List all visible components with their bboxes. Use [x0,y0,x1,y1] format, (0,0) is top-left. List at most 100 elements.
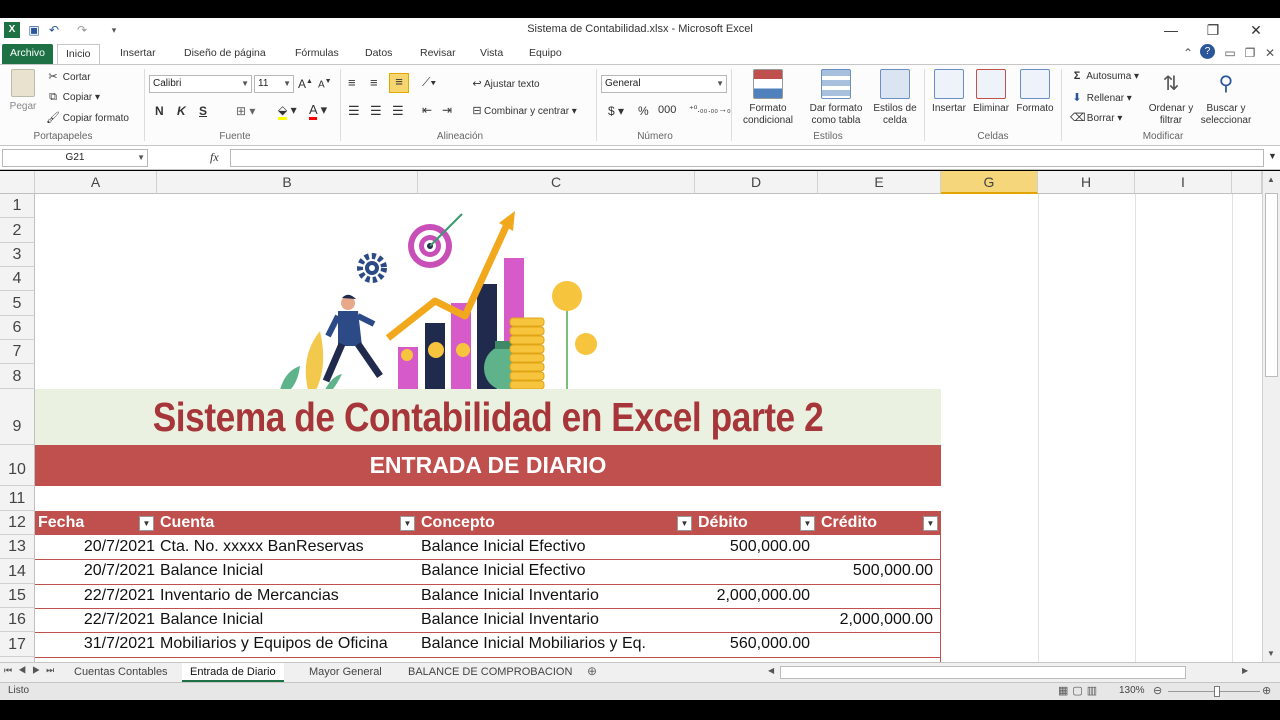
row-header[interactable]: 17 [0,632,35,657]
row-header[interactable]: 3 [0,243,35,267]
filter-dropdown-icon[interactable]: ▼ [139,516,154,531]
orientation-icon[interactable]: ⟋▾ [422,75,436,90]
tab-revisar[interactable]: Revisar [412,44,464,64]
format-cells-button[interactable]: Formato [1013,69,1057,115]
indent-increase-icon[interactable]: ⇥ [442,103,452,117]
cell-fecha[interactable]: 20/7/2021 [35,559,155,583]
row-header[interactable]: 13 [0,535,35,559]
align-middle-icon[interactable]: ≡ [370,75,378,90]
insert-cells-button[interactable]: Insertar [928,69,970,115]
cell-cuenta[interactable]: Cta. No. xxxxx BanReservas [160,535,416,559]
number-format-select[interactable]: General ▼ [601,75,727,93]
cell-debito[interactable]: 500,000.00 [695,535,810,559]
filter-dropdown-icon[interactable]: ▼ [923,516,938,531]
restore-workbook-icon[interactable]: ❐ [1242,45,1258,61]
grow-font-icon[interactable]: A▲ [298,77,313,91]
filter-dropdown-icon[interactable]: ▼ [800,516,815,531]
restore-button[interactable]: ❐ [1202,21,1224,39]
align-right-icon[interactable]: ☰ [392,103,404,119]
insert-function-button[interactable]: fx [210,150,219,165]
format-painter-button[interactable]: 🖌 Copiar formato [46,111,129,124]
cell-debito[interactable]: 560,000.00 [695,632,810,656]
cell-concepto[interactable]: Balance Inicial Inventario [421,584,693,608]
wrap-text-button[interactable]: ↩ Ajustar texto [470,77,539,90]
borders-icon[interactable]: ⊞ ▾ [236,104,255,118]
underline-button[interactable]: S [199,104,207,118]
close-workbook-icon[interactable]: ✕ [1262,45,1278,61]
col-header-e[interactable]: E [818,171,941,194]
select-all-corner[interactable] [0,171,35,194]
collapse-ribbon-icon[interactable]: ⌃ [1180,45,1196,61]
row-header[interactable]: 8 [0,364,35,389]
cut-button[interactable]: ✂ Cortar [46,70,90,83]
percent-icon[interactable]: % [638,104,649,118]
col-header-a[interactable]: A [35,171,157,194]
tab-archivo[interactable]: Archivo [2,44,54,64]
format-as-table-button[interactable]: Dar formato como tabla [804,69,868,127]
italic-button[interactable]: K [177,104,186,118]
cell-fecha[interactable]: 20/7/2021 [35,535,155,559]
tab-diseno-pagina[interactable]: Diseño de página [176,44,274,64]
align-bottom-icon[interactable]: ≡ [389,73,409,93]
align-left-icon[interactable]: ☰ [348,103,360,119]
shrink-font-icon[interactable]: A▼ [318,78,332,90]
tab-formulas[interactable]: Fórmulas [287,44,347,64]
scrollbar-thumb[interactable] [1265,193,1278,377]
scroll-right-icon[interactable]: ▶ [1242,666,1248,675]
cell-fecha[interactable]: 31/7/2021 [35,632,155,656]
indent-decrease-icon[interactable]: ⇤ [422,103,432,117]
font-color-icon[interactable]: A ▾ [309,102,327,120]
conditional-format-button[interactable]: Formato condicional [735,69,801,127]
row-header[interactable]: 9 [0,389,35,445]
zoom-level[interactable]: 130% [1119,685,1145,696]
cell-fecha[interactable]: 22/7/2021 [35,584,155,608]
zoom-slider-thumb[interactable] [1214,686,1220,697]
new-sheet-icon[interactable]: ⊕ [587,664,597,678]
cell-credito[interactable] [818,584,933,608]
tab-inicio[interactable]: Inicio [57,44,100,64]
filter-dropdown-icon[interactable]: ▼ [677,516,692,531]
cell-fecha[interactable]: 22/7/2021 [35,608,155,632]
close-button[interactable]: ✕ [1245,21,1267,39]
row-header[interactable]: 10 [0,445,35,486]
scroll-up-icon[interactable]: ▲ [1267,175,1275,184]
copy-button[interactable]: ⧉ Copiar ▾ [46,91,100,104]
row-header[interactable]: 2 [0,218,35,243]
row-header[interactable]: 12 [0,511,35,535]
row-header[interactable]: 15 [0,584,35,608]
formula-input[interactable] [230,149,1264,167]
comma-style-icon[interactable]: 000 [658,104,676,116]
row-header[interactable]: 11 [0,486,35,511]
col-header-g[interactable]: G [941,171,1038,194]
merge-center-button[interactable]: ⊟ Combinar y centrar ▾ [470,104,576,117]
sheet-tab-cuentas[interactable]: Cuentas Contables [66,663,176,682]
bold-button[interactable]: N [155,104,164,118]
tab-datos[interactable]: Datos [357,44,400,64]
worksheet-grid[interactable]: A B C D E G H I 1 2 3 4 5 6 7 8 9 10 11 … [0,171,1262,662]
name-box[interactable]: G21 ▼ [2,149,148,167]
clear-button[interactable]: ⌫ Borrar ▾ [1070,111,1122,124]
cell-debito[interactable]: 2,000,000.00 [695,584,810,608]
row-header[interactable]: 16 [0,608,35,632]
increase-decimal-icon[interactable]: ⁺⁰.₀₀ [689,104,707,115]
row-header[interactable]: 4 [0,267,35,291]
fill-color-icon[interactable]: ⬙ ▾ [278,103,297,120]
cell-debito[interactable] [695,559,810,583]
zoom-out-icon[interactable]: ⊖ [1153,684,1162,697]
row-header[interactable]: 1 [0,194,35,218]
horizontal-scrollbar-thumb[interactable] [780,666,1186,679]
cell-cuenta[interactable]: Mobiliarios y Equipos de Oficina [160,632,416,656]
tab-equipo[interactable]: Equipo [521,44,570,64]
cell-concepto[interactable]: Balance Inicial Efectivo [421,535,693,559]
cell-concepto[interactable]: Balance Inicial Mobiliarios y Eq. [421,632,693,656]
minimize-button[interactable]: — [1160,21,1182,39]
col-header-i[interactable]: I [1135,171,1232,194]
font-name-select[interactable]: Calibri ▼ [149,75,252,93]
cell-cuenta[interactable]: Inventario de Mercancias [160,584,416,608]
col-header-h[interactable]: H [1038,171,1135,194]
cell-credito[interactable] [818,535,933,559]
align-top-icon[interactable]: ≡ [348,75,356,90]
expand-formula-bar-icon[interactable]: ▼ [1268,151,1277,161]
font-size-select[interactable]: 11 ▼ [254,75,294,93]
align-center-icon[interactable]: ☰ [370,103,382,119]
